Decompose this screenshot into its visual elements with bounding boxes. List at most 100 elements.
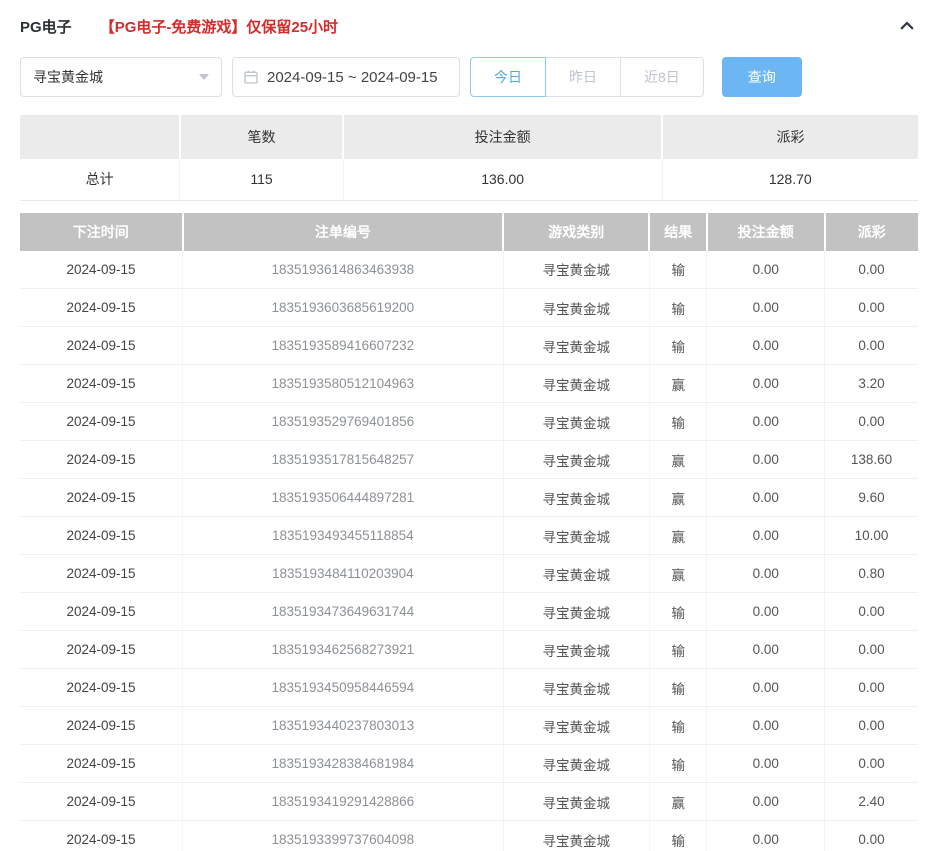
table-row: 2024-09-15 1835193580512104963 寻宝黄金城 赢 0… — [20, 365, 918, 403]
cell-bet-time: 2024-09-15 — [20, 289, 183, 327]
table-row: 2024-09-15 1835193484110203904 寻宝黄金城 赢 0… — [20, 555, 918, 593]
pg-records-panel: PG电子 【PG电子-免费游戏】仅保留25小时 寻宝黄金城 2024-09-15… — [0, 0, 940, 851]
cell-payout: 0.00 — [825, 251, 918, 289]
cell-game-type: 寻宝黄金城 — [503, 555, 649, 593]
cell-bet-amount: 0.00 — [707, 251, 825, 289]
cell-bet-id: 1835193428384681984 — [183, 745, 504, 783]
cell-result: 输 — [649, 821, 706, 851]
col-game-type: 游戏类别 — [503, 213, 649, 251]
cell-result: 输 — [649, 593, 706, 631]
cell-bet-amount: 0.00 — [707, 707, 825, 745]
chevron-down-icon — [199, 74, 209, 80]
game-select[interactable]: 寻宝黄金城 — [20, 57, 222, 97]
cell-result: 输 — [649, 251, 706, 289]
cell-game-type: 寻宝黄金城 — [503, 593, 649, 631]
summary-table: 笔数 投注金额 派彩 总计 115 136.00 128.70 — [20, 115, 918, 201]
cell-game-type: 寻宝黄金城 — [503, 479, 649, 517]
summary-header-blank — [20, 115, 180, 159]
quick-range-today[interactable]: 今日 — [470, 57, 546, 97]
table-row: 2024-09-15 1835193506444897281 寻宝黄金城 赢 0… — [20, 479, 918, 517]
cell-result: 赢 — [649, 783, 706, 821]
cell-bet-amount: 0.00 — [707, 479, 825, 517]
table-row: 2024-09-15 1835193440237803013 寻宝黄金城 输 0… — [20, 707, 918, 745]
cell-bet-time: 2024-09-15 — [20, 555, 183, 593]
cell-game-type: 寻宝黄金城 — [503, 403, 649, 441]
cell-payout: 0.80 — [825, 555, 918, 593]
table-row: 2024-09-15 1835193493455118854 寻宝黄金城 赢 0… — [20, 517, 918, 555]
cell-payout: 0.00 — [825, 745, 918, 783]
records-header-row: 下注时间 注单编号 游戏类别 结果 投注金额 派彩 — [20, 213, 918, 251]
cell-bet-time: 2024-09-15 — [20, 631, 183, 669]
cell-result: 输 — [649, 669, 706, 707]
cell-result: 赢 — [649, 517, 706, 555]
summary-header-payout: 派彩 — [662, 115, 918, 159]
quick-range-group: 今日 昨日 近8日 — [470, 57, 704, 97]
cell-payout: 0.00 — [825, 707, 918, 745]
cell-bet-time: 2024-09-15 — [20, 669, 183, 707]
summary-total-row: 总计 115 136.00 128.70 — [20, 159, 918, 200]
table-row: 2024-09-15 1835193473649631744 寻宝黄金城 输 0… — [20, 593, 918, 631]
cell-game-type: 寻宝黄金城 — [503, 365, 649, 403]
summary-header-row: 笔数 投注金额 派彩 — [20, 115, 918, 159]
retention-notice: 【PG电子-免费游戏】仅保留25小时 — [100, 16, 338, 37]
panel-title: PG电子 — [20, 16, 72, 37]
cell-game-type: 寻宝黄金城 — [503, 707, 649, 745]
summary-total-payout: 128.70 — [662, 159, 918, 200]
cell-bet-amount: 0.00 — [707, 669, 825, 707]
cell-bet-amount: 0.00 — [707, 631, 825, 669]
cell-bet-amount: 0.00 — [707, 821, 825, 851]
cell-bet-time: 2024-09-15 — [20, 783, 183, 821]
records-table: 下注时间 注单编号 游戏类别 结果 投注金额 派彩 2024-09-15 183… — [20, 213, 918, 851]
cell-result: 输 — [649, 403, 706, 441]
cell-bet-time: 2024-09-15 — [20, 441, 183, 479]
table-row: 2024-09-15 1835193589416607232 寻宝黄金城 输 0… — [20, 327, 918, 365]
cell-payout: 0.00 — [825, 289, 918, 327]
summary-total-bet: 136.00 — [343, 159, 662, 200]
date-range-input[interactable]: 2024-09-15 ~ 2024-09-15 — [232, 57, 460, 97]
cell-bet-amount: 0.00 — [707, 783, 825, 821]
col-bet-amount: 投注金额 — [707, 213, 825, 251]
cell-bet-time: 2024-09-15 — [20, 707, 183, 745]
cell-bet-time: 2024-09-15 — [20, 251, 183, 289]
table-row: 2024-09-15 1835193428384681984 寻宝黄金城 输 0… — [20, 745, 918, 783]
table-row: 2024-09-15 1835193614863463938 寻宝黄金城 输 0… — [20, 251, 918, 289]
cell-bet-time: 2024-09-15 — [20, 403, 183, 441]
cell-result: 赢 — [649, 555, 706, 593]
summary-header-bet-amount: 投注金额 — [343, 115, 662, 159]
cell-payout: 0.00 — [825, 327, 918, 365]
quick-range-yesterday[interactable]: 昨日 — [545, 57, 621, 97]
summary-header-count: 笔数 — [180, 115, 343, 159]
chevron-up-icon — [898, 17, 916, 35]
cell-bet-amount: 0.00 — [707, 517, 825, 555]
cell-game-type: 寻宝黄金城 — [503, 669, 649, 707]
cell-bet-id: 1835193506444897281 — [183, 479, 504, 517]
table-row: 2024-09-15 1835193399737604098 寻宝黄金城 输 0… — [20, 821, 918, 851]
table-row: 2024-09-15 1835193450958446594 寻宝黄金城 输 0… — [20, 669, 918, 707]
cell-game-type: 寻宝黄金城 — [503, 821, 649, 851]
cell-result: 赢 — [649, 479, 706, 517]
cell-bet-id: 1835193462568273921 — [183, 631, 504, 669]
collapse-panel-button[interactable] — [896, 15, 918, 37]
cell-bet-amount: 0.00 — [707, 745, 825, 783]
quick-range-last8days[interactable]: 近8日 — [620, 57, 704, 97]
cell-bet-time: 2024-09-15 — [20, 745, 183, 783]
col-bet-id: 注单编号 — [183, 213, 504, 251]
summary-total-count: 115 — [180, 159, 343, 200]
cell-result: 输 — [649, 707, 706, 745]
cell-bet-id: 1835193484110203904 — [183, 555, 504, 593]
cell-result: 输 — [649, 631, 706, 669]
cell-game-type: 寻宝黄金城 — [503, 441, 649, 479]
cell-result: 输 — [649, 327, 706, 365]
cell-game-type: 寻宝黄金城 — [503, 251, 649, 289]
date-range-value: 2024-09-15 ~ 2024-09-15 — [267, 69, 438, 86]
cell-game-type: 寻宝黄金城 — [503, 783, 649, 821]
cell-bet-id: 1835193399737604098 — [183, 821, 504, 851]
cell-bet-time: 2024-09-15 — [20, 517, 183, 555]
col-result: 结果 — [649, 213, 706, 251]
cell-bet-time: 2024-09-15 — [20, 327, 183, 365]
filter-bar: 寻宝黄金城 2024-09-15 ~ 2024-09-15 今日 昨日 近8日 … — [20, 57, 918, 97]
cell-bet-id: 1835193529769401856 — [183, 403, 504, 441]
table-row: 2024-09-15 1835193517815648257 寻宝黄金城 赢 0… — [20, 441, 918, 479]
cell-bet-time: 2024-09-15 — [20, 365, 183, 403]
search-button[interactable]: 查询 — [722, 57, 802, 97]
